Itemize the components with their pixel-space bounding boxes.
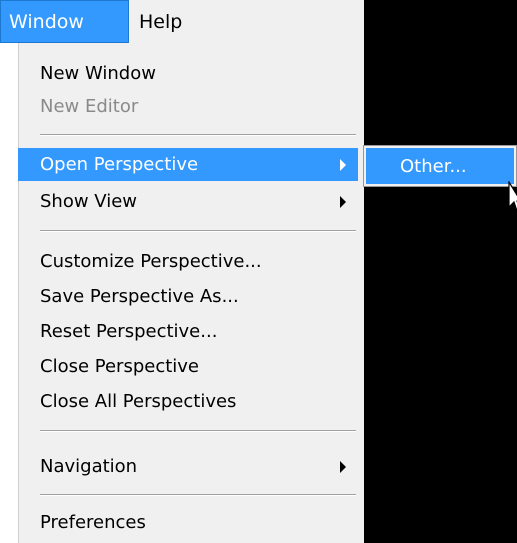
screen: Window Help New Window New Editor Open P… xyxy=(0,0,517,543)
menu-item-navigation[interactable]: Navigation xyxy=(18,450,358,483)
menu-item-close-all-perspectives[interactable]: Close All Perspectives xyxy=(18,385,358,418)
mouse-pointer-icon xyxy=(508,181,517,212)
menu-separator xyxy=(40,230,356,232)
menu-item-label: Close Perspective xyxy=(40,356,200,377)
menu-item-label: Show View xyxy=(40,191,138,212)
menu-item-close-perspective[interactable]: Close Perspective xyxy=(18,350,358,383)
menu-item-label: Reset Perspective... xyxy=(40,321,218,342)
submenu-item-label: Other... xyxy=(400,155,467,177)
menu-item-customize-perspective[interactable]: Customize Perspective... xyxy=(18,245,358,278)
menu-item-new-editor: New Editor xyxy=(18,90,358,123)
menu-item-label: Open Perspective xyxy=(40,154,199,175)
chevron-right-icon xyxy=(340,460,346,473)
menu-item-preferences[interactable]: Preferences xyxy=(18,506,358,539)
menu-separator xyxy=(40,430,356,432)
open-perspective-submenu: Other... xyxy=(363,145,517,187)
menu-separator xyxy=(40,494,356,496)
menu-item-label: Save Perspective As... xyxy=(40,286,239,307)
menu-bar: Window Help xyxy=(0,0,364,43)
menu-item-label: New Editor xyxy=(40,96,139,117)
editor-area xyxy=(364,0,517,543)
menu-item-reset-perspective[interactable]: Reset Perspective... xyxy=(18,315,358,348)
menu-item-new-window[interactable]: New Window xyxy=(18,57,358,90)
menu-item-save-perspective-as[interactable]: Save Perspective As... xyxy=(18,280,358,313)
menu-item-label: Navigation xyxy=(40,456,138,477)
menu-item-label: Preferences xyxy=(40,512,146,533)
submenu-item-other[interactable]: Other... xyxy=(366,148,514,184)
chevron-right-icon xyxy=(340,158,346,171)
menu-item-label: Close All Perspectives xyxy=(40,391,237,412)
menu-separator xyxy=(40,134,356,136)
menu-item-show-view[interactable]: Show View xyxy=(18,185,358,218)
menu-item-label: New Window xyxy=(40,63,156,84)
menu-item-label: Customize Perspective... xyxy=(40,251,262,272)
menu-window[interactable]: Window xyxy=(0,0,129,43)
menu-help[interactable]: Help xyxy=(129,0,191,43)
menu-item-open-perspective[interactable]: Open Perspective xyxy=(18,148,358,181)
chevron-right-icon xyxy=(340,195,346,208)
